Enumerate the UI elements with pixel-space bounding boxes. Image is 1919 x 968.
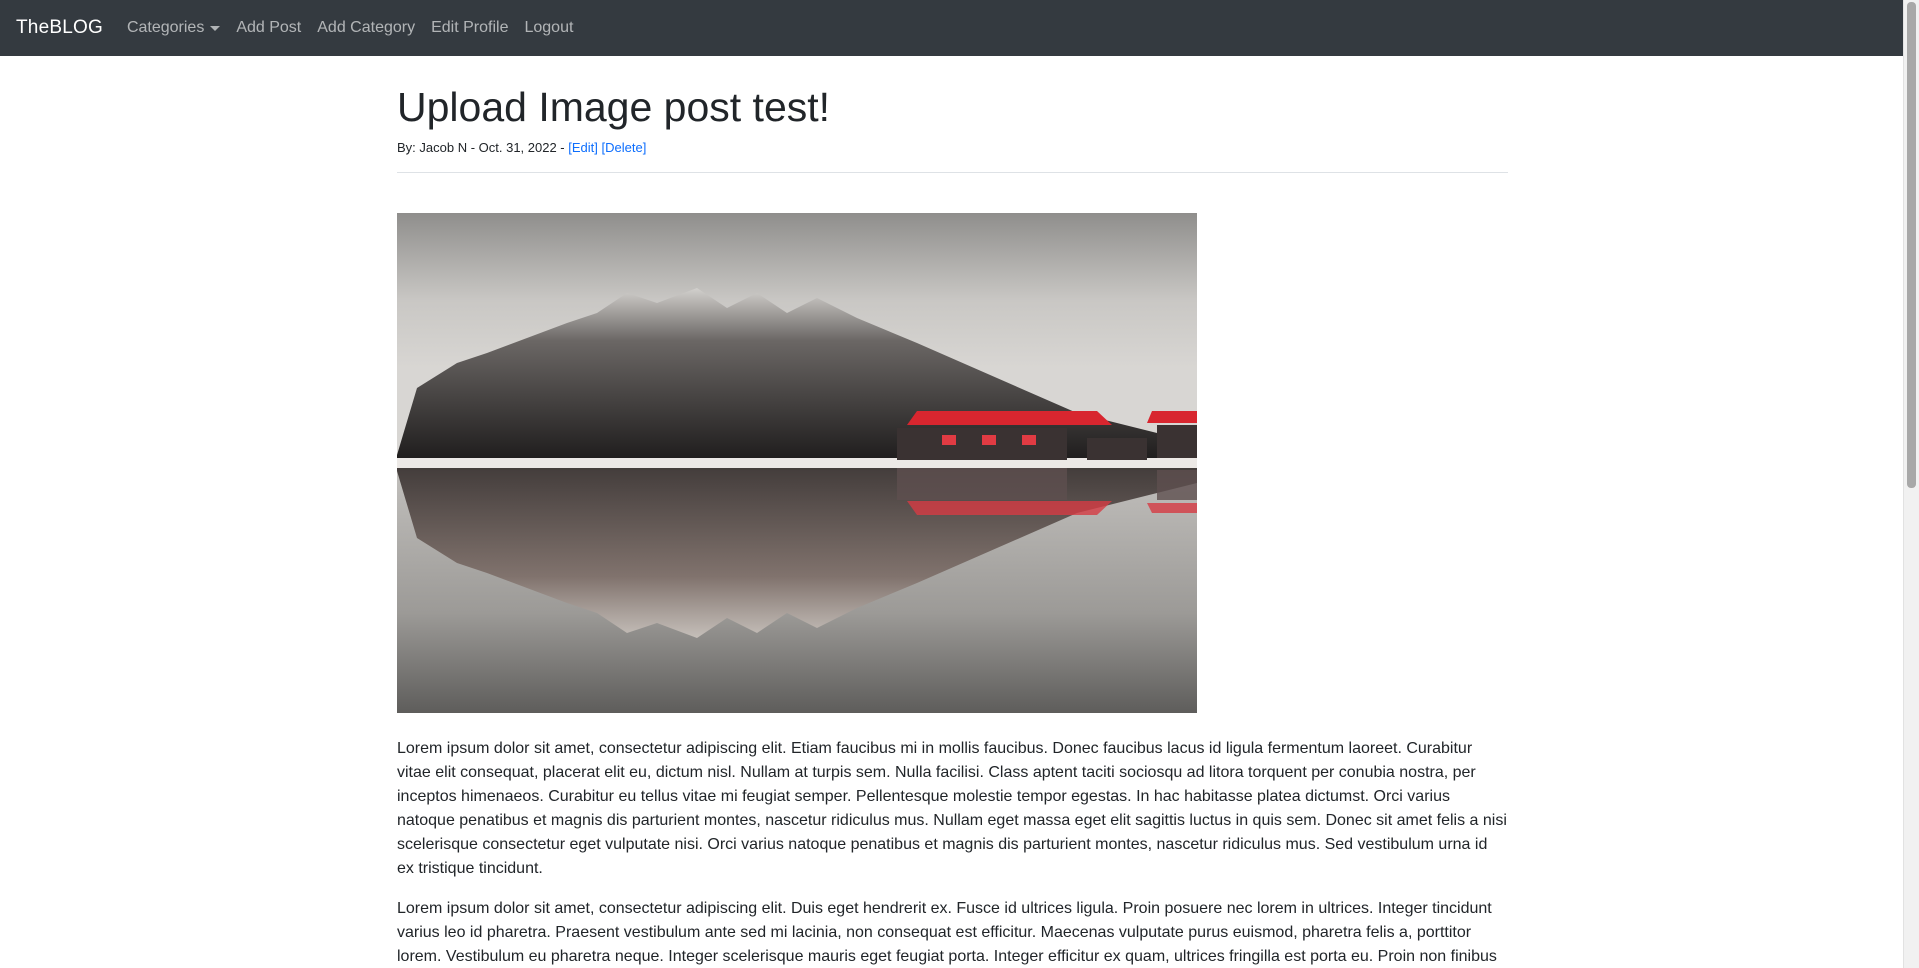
post-byline: By: Jacob N - Oct. 31, 2022 - — [397, 140, 569, 156]
post-paragraph: Lorem ipsum dolor sit amet, consectetur … — [397, 900, 1497, 966]
brand-link[interactable]: TheBLOG — [16, 17, 103, 39]
post-image — [397, 213, 1197, 714]
scrollbar-thumb[interactable] — [1907, 2, 1916, 488]
delete-post-link[interactable]: [Delete] — [602, 140, 647, 155]
nav-logout[interactable]: Logout — [524, 19, 573, 37]
nav-add-category[interactable]: Add Category — [317, 19, 415, 37]
post-title: Upload Image post test! — [397, 84, 831, 130]
edit-post-link[interactable]: [Edit] — [568, 140, 598, 155]
page-scrollbar[interactable] — [1903, 0, 1919, 968]
nav-edit-profile[interactable]: Edit Profile — [431, 19, 508, 37]
nav-categories-dropdown[interactable]: Categories — [126, 19, 221, 37]
nav-add-post[interactable]: Add Post — [236, 19, 301, 37]
post-meta: By: Jacob N - Oct. 31, 2022 - [Edit] [De… — [397, 140, 1508, 155]
chevron-down-icon — [210, 25, 221, 31]
top-navbar: TheBLOG Categories Add Post Add Category… — [0, 0, 1903, 56]
post-paragraph: Lorem ipsum dolor sit amet, consectetur … — [397, 740, 1507, 878]
nav-categories-label: Categories — [126, 19, 205, 36]
post-container: Upload Image post test! By: Jacob N - Oc… — [397, 56, 1508, 968]
header-divider — [397, 172, 1508, 174]
